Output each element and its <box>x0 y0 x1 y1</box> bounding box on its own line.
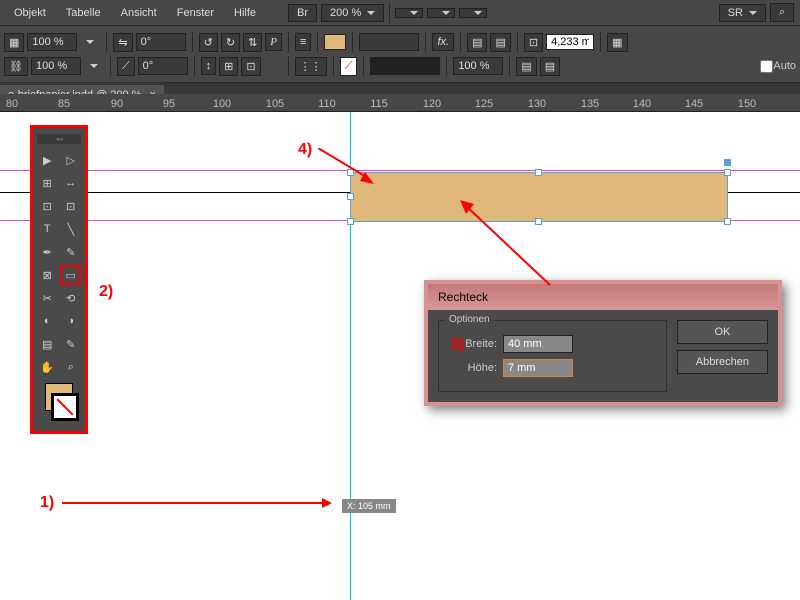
page-tool[interactable]: ⊞ <box>37 173 58 193</box>
opacity[interactable]: 100 % <box>453 57 503 75</box>
menu-objekt[interactable]: Objekt <box>4 3 56 23</box>
pencil-tool[interactable]: ✎ <box>61 242 82 262</box>
content-placer-tool[interactable]: ⊡ <box>61 196 82 216</box>
flip-v-icon[interactable]: ⇅ <box>243 33 262 52</box>
link-icon[interactable]: ⛓ <box>4 57 28 76</box>
fill-swatch[interactable] <box>324 34 346 50</box>
scale-y[interactable]: 100 % <box>31 57 81 75</box>
search-icon[interactable]: ⌕ <box>770 3 794 22</box>
rectangle-dialog: Rechteck Optionen Breite: Höhe: OK Abbre… <box>424 280 782 406</box>
select-container-icon[interactable]: ⊞ <box>219 57 238 76</box>
ok-button[interactable]: OK <box>677 320 768 344</box>
hand-tool[interactable]: ✋ <box>37 357 58 377</box>
control-bar: ▦ 100 % ⇋ 0° ↺ ↻ ⇅ P ≡ fx. ▤ ▤ ⊡ ▦ ⛓ 100… <box>0 26 800 83</box>
shear-icon[interactable]: ⟋ <box>117 57 135 76</box>
gap-tool[interactable]: ↔ <box>61 173 82 193</box>
none-swatch[interactable]: ⟋ <box>340 57 358 76</box>
annotation-4: 4) <box>298 141 312 159</box>
menu-tabelle[interactable]: Tabelle <box>56 3 111 23</box>
resize-handle[interactable] <box>535 169 542 176</box>
menubar: Objekt Tabelle Ansicht Fenster Hilfe Br … <box>0 0 800 26</box>
rectangle-tool[interactable]: ▭ <box>60 265 81 285</box>
annotation-3: 3) <box>450 336 464 354</box>
type-tool[interactable]: T <box>37 219 58 239</box>
menu-hilfe[interactable]: Hilfe <box>224 3 266 23</box>
transform-tool[interactable]: ⟲ <box>61 288 82 308</box>
wrap-icon-3[interactable]: ▤ <box>516 57 536 76</box>
scissors-tool[interactable]: ✂ <box>37 288 58 308</box>
view-mode-1[interactable] <box>395 8 423 18</box>
zoom-select[interactable]: 200 % <box>321 4 384 22</box>
coord-input[interactable] <box>546 34 594 50</box>
selection-tool[interactable]: ▶ <box>37 150 58 170</box>
ref-point-icon[interactable]: ▦ <box>4 33 24 52</box>
toolbox-grip[interactable]: ◂◂ <box>37 134 81 144</box>
menu-fenster[interactable]: Fenster <box>167 3 224 23</box>
gradient-feather-tool[interactable]: ◑ <box>61 311 82 331</box>
annotation-2: 2) <box>99 283 113 301</box>
content-collector-tool[interactable]: ⊡ <box>37 196 58 216</box>
resize-handle[interactable] <box>724 169 731 176</box>
stroke-weight[interactable] <box>359 33 419 51</box>
height-label: Höhe: <box>447 362 497 374</box>
shear[interactable]: 0° <box>138 57 188 75</box>
menu-ansicht[interactable]: Ansicht <box>111 3 167 23</box>
direct-selection-tool[interactable]: ▷ <box>61 150 82 170</box>
resize-handle[interactable] <box>347 193 354 200</box>
align-icon[interactable]: ≡ <box>295 33 311 51</box>
frame-tool[interactable]: ⊠ <box>37 265 57 285</box>
rotate-cw-icon[interactable]: ↻ <box>221 33 240 52</box>
flip-h-icon[interactable]: ⇋ <box>113 33 132 52</box>
cancel-button[interactable]: Abbrechen <box>677 350 768 374</box>
select-content-icon[interactable]: ⊡ <box>241 57 260 76</box>
note-tool[interactable]: ▤ <box>37 334 58 354</box>
horizontal-ruler[interactable]: 80 85 90 95 100 105 110 115 120 125 130 … <box>0 94 800 112</box>
wrap-icon-1[interactable]: ▤ <box>467 33 487 52</box>
bridge-button[interactable]: Br <box>288 4 317 22</box>
rotate[interactable]: 0° <box>136 33 186 51</box>
pen-tool[interactable]: ✒ <box>37 242 58 262</box>
resize-handle[interactable] <box>724 159 731 166</box>
annotation-1: 1) <box>40 494 54 512</box>
width-input[interactable] <box>503 335 573 353</box>
height-input[interactable] <box>503 359 573 377</box>
eyedropper-tool[interactable]: ✎ <box>61 334 82 354</box>
guide-horizontal[interactable] <box>0 170 800 171</box>
view-mode-2[interactable] <box>427 8 455 18</box>
scale-x[interactable]: 100 % <box>27 33 77 51</box>
arrange-icon[interactable]: ↕ <box>201 57 217 75</box>
coord-tooltip: X: 105 mm <box>342 499 396 513</box>
wrap-icon-4[interactable]: ▤ <box>540 57 560 76</box>
resize-handle[interactable] <box>724 218 731 225</box>
stroke-style[interactable] <box>370 57 440 75</box>
fx-icon[interactable]: fx. <box>432 33 454 51</box>
line-tool[interactable]: ╲ <box>61 219 82 239</box>
stroke-color[interactable] <box>51 393 79 421</box>
constrain-icon[interactable]: ⊡ <box>524 33 543 52</box>
options-label: Optionen <box>445 314 494 325</box>
misc-icon[interactable]: ▦ <box>607 33 627 52</box>
gradient-swatch-tool[interactable]: ◐ <box>37 311 58 331</box>
auto-checkbox[interactable]: Auto <box>760 60 796 73</box>
resize-handle[interactable] <box>347 218 354 225</box>
workspace-select[interactable]: SR <box>719 4 766 22</box>
distribute-icon[interactable]: ⋮⋮ <box>295 57 327 76</box>
zoom-tool[interactable]: ⌕ <box>61 357 82 377</box>
view-mode-3[interactable] <box>459 8 487 18</box>
char-panel-icon[interactable]: P <box>265 33 282 51</box>
toolbox: ◂◂ ▶▷ ⊞↔ ⊡⊡ T╲ ✒✎ ⊠▭ ✂⟲ ◐◑ ▤✎ ✋⌕ <box>30 125 88 434</box>
wrap-icon-2[interactable]: ▤ <box>490 33 510 52</box>
rotate-ccw-icon[interactable]: ↺ <box>199 33 218 52</box>
